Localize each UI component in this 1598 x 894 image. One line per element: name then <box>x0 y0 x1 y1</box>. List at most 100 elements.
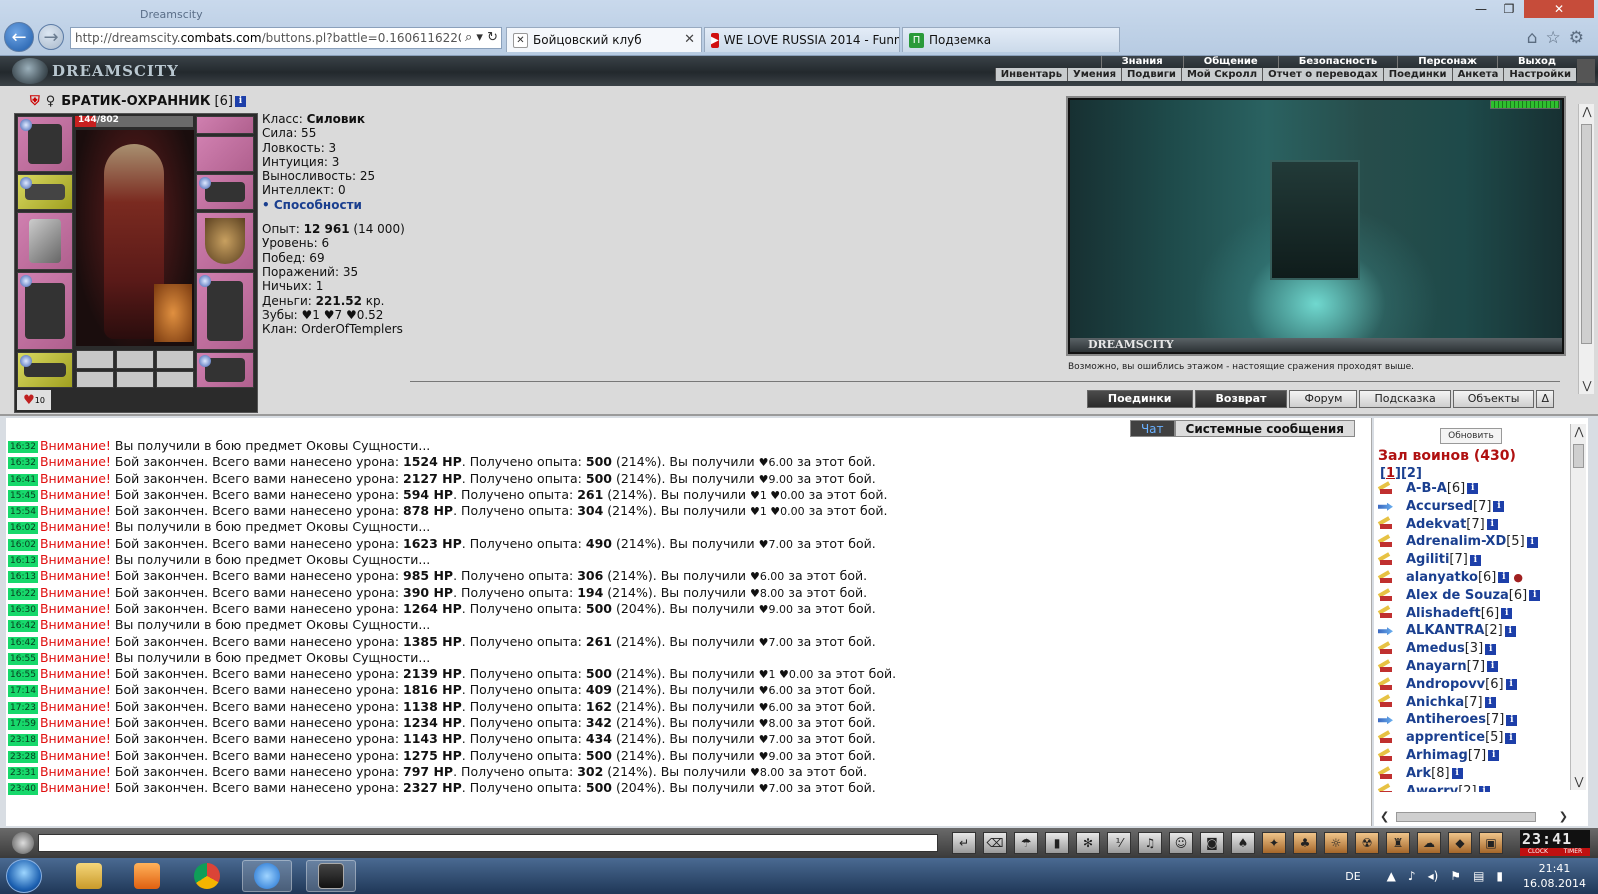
toolbar-button[interactable]: ♜ <box>1386 832 1410 854</box>
info-icon[interactable]: i <box>1526 536 1538 548</box>
chat-mode-icon[interactable] <box>12 832 34 854</box>
belt-slot[interactable] <box>17 352 73 388</box>
scroll-up-icon[interactable]: ⋀ <box>1579 104 1595 120</box>
message-time[interactable]: 16:42 <box>8 636 38 649</box>
fights-button[interactable]: Поединки <box>1086 390 1193 408</box>
users-scrollbar[interactable]: ⋀ ⋁ <box>1570 424 1586 790</box>
search-icon[interactable]: ⌕ <box>465 30 472 45</box>
explorer-app[interactable] <box>64 860 114 892</box>
return-button[interactable]: Возврат <box>1194 390 1288 408</box>
tab-system-messages[interactable]: Системные сообщения <box>1174 420 1355 437</box>
scroll-up-icon[interactable]: ⋀ <box>1571 424 1587 440</box>
user-name[interactable]: Anichka <box>1406 694 1464 712</box>
tray-up-icon[interactable]: ▲ <box>1387 869 1396 883</box>
info-icon[interactable]: i <box>1501 607 1513 619</box>
user-name[interactable]: Alex de Souza <box>1406 587 1509 605</box>
abilities-link[interactable]: • Способности <box>262 198 405 212</box>
toolbar-button[interactable]: ↵ <box>952 832 976 854</box>
back-button[interactable]: ← <box>4 22 34 52</box>
menu-character[interactable]: Персонаж <box>1397 56 1497 68</box>
tab-chat[interactable]: Чат <box>1129 420 1175 437</box>
timer-label[interactable]: TIMER <box>1564 848 1583 856</box>
flag-icon[interactable]: ⚑ <box>1450 869 1461 883</box>
user-row[interactable]: Adekvat [7] i <box>1376 516 1572 534</box>
user-name[interactable]: Agiliti <box>1406 551 1449 569</box>
volume-icon[interactable]: ♪ <box>1408 869 1416 883</box>
toolbar-button[interactable]: ♫ <box>1138 832 1162 854</box>
tab-podzemka[interactable]: П Подземка <box>902 27 1120 52</box>
refresh-icon[interactable]: ↻ <box>487 30 498 45</box>
page-link[interactable]: 2 <box>1407 466 1416 481</box>
forward-button[interactable]: → <box>38 24 64 50</box>
toolbar-button[interactable]: ✻ <box>1076 832 1100 854</box>
submenu-profile[interactable]: Анкета <box>1451 68 1504 81</box>
toolbar-button[interactable]: ⅟ <box>1107 832 1131 854</box>
user-row[interactable]: Adrenalim-XD [5] i <box>1376 533 1572 551</box>
toolbar-button[interactable]: ✦ <box>1262 832 1286 854</box>
info-icon[interactable]: i <box>234 96 246 107</box>
ring-slot[interactable] <box>116 350 154 369</box>
scroll-slot[interactable] <box>76 371 114 388</box>
message-time[interactable]: 16:55 <box>8 652 38 665</box>
user-row[interactable]: Awerry [2] i <box>1376 783 1572 792</box>
submenu-my-scroll[interactable]: Мой Скролл <box>1180 68 1262 81</box>
info-icon[interactable]: i <box>1478 785 1490 792</box>
ie-app[interactable] <box>242 860 292 892</box>
info-icon[interactable]: i <box>1486 518 1498 530</box>
user-name[interactable]: Andropovv <box>1406 676 1485 694</box>
message-time[interactable]: 16:32 <box>8 457 38 470</box>
info-icon[interactable]: i <box>1504 625 1516 637</box>
user-name[interactable]: Alishadeft <box>1406 605 1481 623</box>
user-row[interactable]: Anichka [7] i <box>1376 694 1572 712</box>
menu-exit[interactable]: Выход <box>1496 56 1576 68</box>
toolbar-button[interactable]: ♣ <box>1293 832 1317 854</box>
user-name[interactable]: Awerry <box>1406 783 1458 792</box>
info-icon[interactable]: i <box>1451 768 1463 780</box>
user-row[interactable]: Accursed [7] i <box>1376 498 1572 516</box>
message-time[interactable]: 17:23 <box>8 701 38 714</box>
message-time[interactable]: 16:55 <box>8 669 38 682</box>
user-name[interactable]: Ark <box>1406 765 1431 783</box>
ring-slot[interactable] <box>76 350 114 369</box>
toggle-button[interactable]: Δ <box>1536 390 1554 408</box>
taskbar-clock[interactable]: 21:41 16.08.2014 <box>1523 861 1586 891</box>
user-name[interactable]: Accursed <box>1406 498 1473 516</box>
start-button[interactable] <box>6 859 42 893</box>
info-icon[interactable]: i <box>1469 554 1481 566</box>
user-row[interactable]: A-B-A [6] i <box>1376 480 1572 498</box>
hint-button[interactable]: Подсказка <box>1359 390 1451 408</box>
gloves-slot[interactable] <box>196 174 254 210</box>
weapon-slot[interactable] <box>17 212 73 270</box>
amulet-slot[interactable] <box>196 136 254 172</box>
boots-slot[interactable] <box>196 352 254 388</box>
toolbar-button[interactable]: ☢ <box>1355 832 1379 854</box>
tab-combats[interactable]: ✕ Бойцовский клуб ✕ <box>506 27 702 52</box>
media-app[interactable] <box>122 860 172 892</box>
submenu-settings[interactable]: Настройки <box>1503 68 1576 81</box>
message-time[interactable]: 16:02 <box>8 522 38 535</box>
menu-knowledge[interactable]: Знания <box>1100 56 1183 68</box>
submenu-inventory[interactable]: Инвентарь <box>994 68 1067 81</box>
gear-icon[interactable]: ⚙ <box>1569 28 1592 48</box>
toolbar-button[interactable]: ♠ <box>1231 832 1255 854</box>
objects-button[interactable]: Объекты <box>1452 390 1535 408</box>
message-time[interactable]: 16:13 <box>8 571 38 584</box>
battery-icon[interactable]: ▮ <box>1496 869 1503 883</box>
user-row[interactable]: Agiliti [7] i <box>1376 551 1572 569</box>
user-name[interactable]: Amedus <box>1406 640 1465 658</box>
info-icon[interactable]: i <box>1487 661 1499 673</box>
scroll-right-icon[interactable]: ❯ <box>1559 810 1568 823</box>
page-link[interactable]: 1 <box>1386 466 1395 481</box>
address-bar[interactable]: http://dreamscity. combats.com/buttons.pl… <box>70 27 502 49</box>
clock-label[interactable]: CLOCK <box>1528 848 1548 856</box>
info-icon[interactable]: i <box>1484 696 1496 708</box>
toolbar-button[interactable]: ☼ <box>1324 832 1348 854</box>
user-row[interactable]: alanyatko [6] i ● <box>1376 569 1572 587</box>
toolbar-button[interactable]: ▣ <box>1479 832 1503 854</box>
message-time[interactable]: 16:02 <box>8 538 38 551</box>
info-icon[interactable]: i <box>1529 590 1541 602</box>
scroll-thumb[interactable] <box>1581 124 1592 344</box>
info-icon[interactable]: i <box>1506 714 1518 726</box>
user-row[interactable]: Antiheroes [7] i <box>1376 711 1572 729</box>
submenu-fights[interactable]: Поединки <box>1382 68 1452 81</box>
